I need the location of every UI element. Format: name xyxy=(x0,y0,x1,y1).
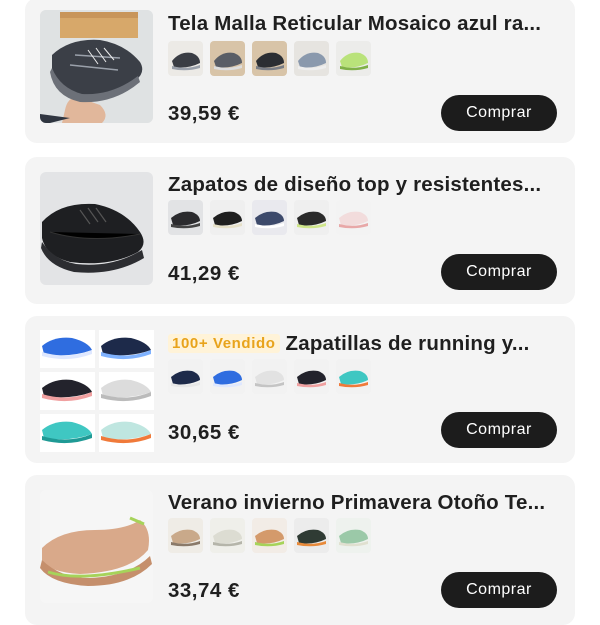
variant-thumb[interactable] xyxy=(252,200,287,235)
shoe-thumb-icon xyxy=(297,370,326,388)
variant-thumb[interactable] xyxy=(336,200,371,235)
variant-thumb[interactable] xyxy=(294,200,329,235)
product-card[interactable]: Tela Malla Reticular Mosaico azul ra... … xyxy=(25,0,575,143)
variant-thumb[interactable] xyxy=(336,359,371,394)
shoe-thumb-icon xyxy=(339,211,368,229)
product-image[interactable] xyxy=(40,330,154,452)
product-image[interactable] xyxy=(40,10,153,123)
variant-thumb[interactable] xyxy=(294,518,329,553)
shoe-thumb-icon xyxy=(297,211,326,229)
product-title-text[interactable]: Zapatos de diseño top y resistentes... xyxy=(168,173,541,196)
variant-thumb[interactable] xyxy=(168,200,203,235)
product-title-text[interactable]: Verano invierno Primavera Otoño Te... xyxy=(168,491,545,514)
product-card[interactable]: Verano invierno Primavera Otoño Te... 33… xyxy=(25,475,575,625)
shoe-thumb-icon xyxy=(298,52,326,71)
variant-thumb[interactable] xyxy=(294,41,329,76)
product-title[interactable]: Tela Malla Reticular Mosaico azul ra... xyxy=(168,12,563,36)
variant-thumb[interactable] xyxy=(210,200,245,235)
variant-thumb[interactable] xyxy=(252,359,287,394)
variant-thumb[interactable] xyxy=(210,41,245,76)
variant-thumb[interactable] xyxy=(294,359,329,394)
product-price: 39,59 € xyxy=(168,102,240,125)
shoe-thumb-icon xyxy=(339,370,368,388)
product-title-text[interactable]: Zapatillas de running y... xyxy=(286,332,530,355)
tan-shoe-image xyxy=(40,490,153,603)
shoe-thumb-icon xyxy=(340,52,368,71)
buy-button[interactable]: Comprar xyxy=(441,572,557,608)
variant-thumbnails xyxy=(168,518,371,553)
shoe-thumb-icon xyxy=(255,370,284,388)
image-tile xyxy=(99,372,154,410)
shoe-thumb-icon xyxy=(213,370,242,388)
shoe-icon xyxy=(101,421,151,444)
shoe-thumb-icon xyxy=(255,211,284,229)
product-price: 41,29 € xyxy=(168,262,240,285)
product-title[interactable]: 100+ Vendido Zapatillas de running y... xyxy=(168,332,563,356)
shoe-thumb-icon xyxy=(171,370,200,388)
shoe-icon xyxy=(42,421,92,444)
black-shoe-image xyxy=(40,172,153,285)
shoe-thumb-icon xyxy=(339,529,368,547)
buy-button[interactable]: Comprar xyxy=(441,254,557,290)
product-image[interactable] xyxy=(40,490,153,603)
variant-thumb[interactable] xyxy=(336,518,371,553)
shoe-icon xyxy=(42,337,92,360)
image-tile xyxy=(40,414,95,452)
shoe-thumb-icon xyxy=(256,52,284,71)
buy-button[interactable]: Comprar xyxy=(441,412,557,448)
variant-thumb[interactable] xyxy=(210,518,245,553)
image-tile xyxy=(99,330,154,368)
variant-thumb[interactable] xyxy=(168,359,203,394)
sold-badge: 100+ Vendido xyxy=(168,334,280,353)
product-card[interactable]: Zapatos de diseño top y resistentes... 4… xyxy=(25,157,575,304)
variant-thumbnails xyxy=(168,200,371,235)
image-tile xyxy=(40,372,95,410)
shoe-icon xyxy=(101,337,151,360)
shoe-thumb-icon xyxy=(171,529,200,547)
product-title[interactable]: Verano invierno Primavera Otoño Te... xyxy=(168,491,563,515)
variant-thumb[interactable] xyxy=(210,359,245,394)
variant-thumb[interactable] xyxy=(168,518,203,553)
shoe-thumb-icon xyxy=(297,529,326,547)
shoe-thumb-icon xyxy=(213,529,242,547)
shoe-icon xyxy=(42,379,92,402)
variant-thumb[interactable] xyxy=(252,518,287,553)
shoe-thumb-icon xyxy=(214,52,242,71)
product-title-text[interactable]: Tela Malla Reticular Mosaico azul ra... xyxy=(168,12,541,35)
buy-button[interactable]: Comprar xyxy=(441,95,557,131)
product-title[interactable]: Zapatos de diseño top y resistentes... xyxy=(168,173,563,197)
shoe-icon xyxy=(101,379,151,402)
shoe-thumb-icon xyxy=(171,211,200,229)
shoe-thumb-icon xyxy=(255,529,284,547)
variant-thumbnails xyxy=(168,359,371,394)
variant-thumb[interactable] xyxy=(168,41,203,76)
product-price: 33,74 € xyxy=(168,579,240,602)
variant-thumbnails xyxy=(168,41,371,76)
variant-thumb[interactable] xyxy=(252,41,287,76)
product-price: 30,65 € xyxy=(168,421,240,444)
variant-thumb[interactable] xyxy=(336,41,371,76)
product-card[interactable]: 100+ Vendido Zapatillas de running y... 3… xyxy=(25,316,575,463)
image-tile xyxy=(40,330,95,368)
shoe-in-hand-image xyxy=(40,10,153,123)
shoe-thumb-icon xyxy=(172,52,200,71)
image-tile xyxy=(99,414,154,452)
product-image[interactable] xyxy=(40,172,153,285)
shoe-thumb-icon xyxy=(213,211,242,229)
